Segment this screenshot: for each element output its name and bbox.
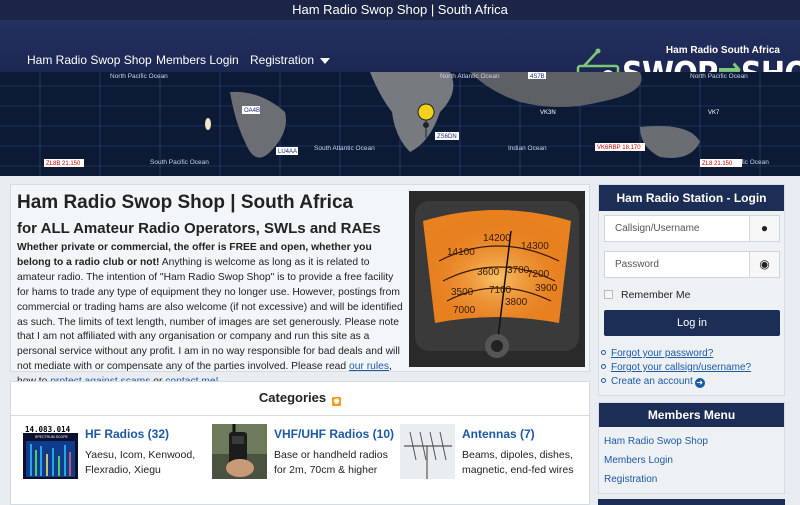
main-nav: Ham Radio Swop Shop Members Login Regist… [0,20,800,93]
dial-label: 14100 [447,247,475,258]
intro-panel: Ham Radio Swop Shop | South Africa for A… [10,184,590,387]
rules-link[interactable]: our rules [349,361,389,372]
categories-panel: Categories ◉ 14.083.014 SPECTRUM SCOPE HF… [10,381,590,505]
categories-heading: Categories ◉ [11,382,589,416]
map-callout: VK7 [708,110,720,116]
site-title: Ham Radio Swop Shop | South Africa [292,2,508,17]
radio-dial-image: 14100 14200 14300 3500 3600 3700 3800 39… [409,191,585,367]
username-placeholder: Callsign/Username [615,223,700,234]
login-button[interactable]: Log in [604,310,780,336]
bullet-icon [601,378,606,383]
dial-label: 14200 [483,233,511,244]
antenna-thumbnail[interactable] [400,424,455,479]
bullet-icon [601,364,606,369]
intro-body: Anything is welcome as long as it is rel… [17,256,403,373]
password-placeholder: Password [615,259,659,270]
dial-label: 3500 [451,287,474,298]
map-callout: ZL8 21.150 [702,161,733,167]
dial-label: 3800 [505,297,528,308]
nav-members-login[interactable]: Members Login [156,53,239,67]
world-map: North Pacific Ocean North Atlantic Ocean… [0,72,800,176]
map-label: South Pacific Ocean [150,159,209,166]
eye-icon[interactable]: ◉ [749,252,779,277]
members-menu-login[interactable]: Members Login [604,455,673,466]
username-field[interactable]: Callsign/Username ● [604,215,780,242]
category-vhf-uhf-radios[interactable]: VHF/UHF Radios (10) Base or handheld rad… [212,424,402,494]
category-description: Yaesu, Icom, Kenwood, Flexradio, Xiegu [85,449,196,476]
map-label: South Atlantic Ocean [314,145,375,152]
forgot-username-link[interactable]: Forgot your callsign/username? [611,362,751,373]
nav-home[interactable]: Ham Radio Swop Shop [27,53,152,67]
forgot-password-link[interactable]: Forgot your password? [611,348,713,359]
categories-title: Categories [258,390,327,405]
map-callout: OA4B [244,108,260,114]
login-links: Forgot your password? Forgot your callsi… [601,347,751,389]
site-title-bar: Ham Radio Swop Shop | South Africa [0,0,800,20]
map-label: North Atlantic Ocean [440,73,500,80]
world-map-banner: North Pacific Ocean North Atlantic Ocean… [0,72,800,176]
map-callout: 4S7B [530,74,545,80]
map-label: Indian Ocean [508,145,547,152]
thumb-caption: SPECTRUM SCOPE [35,435,69,439]
password-field[interactable]: Password ◉ [604,251,780,278]
category-antennas[interactable]: Antennas (7) Beams, dipoles, dishes, mag… [400,424,585,494]
map-callout: VK3N [540,110,556,116]
create-account-link[interactable]: Create an account [611,376,693,387]
bullet-icon [601,350,606,355]
members-menu-home[interactable]: Ham Radio Swop Shop [604,436,708,447]
category-description: Beams, dipoles, dishes, magnetic, end-fe… [462,449,574,476]
next-panel-header [598,499,785,505]
members-menu-heading: Members Menu [599,403,784,427]
rss-icon[interactable]: ◉ [332,397,342,406]
arrow-right-icon: ➜ [694,378,705,388]
intro-text: Whether private or commercial, the offer… [17,241,403,390]
user-icon: ● [749,216,779,241]
dial-label: 14300 [521,241,549,252]
map-label: North Pacific Ocean [690,73,748,80]
login-heading: Ham Radio Station - Login [599,185,784,211]
hf-radio-thumbnail[interactable]: 14.083.014 SPECTRUM SCOPE [23,424,78,479]
category-hf-radios[interactable]: 14.083.014 SPECTRUM SCOPE HF Radios (32)… [23,424,213,494]
nav-registration[interactable]: Registration [250,53,331,67]
remember-label: Remember Me [621,289,691,301]
login-panel: Ham Radio Station - Login Callsign/Usern… [598,184,785,396]
dial-label: 7200 [527,269,550,280]
dial-label: 3600 [477,267,500,278]
map-callout: ZL8B 21.150 [46,161,81,167]
page-subtitle: for ALL Amateur Radio Operators, SWLs an… [17,220,381,237]
category-title[interactable]: HF Radios (32) [85,427,169,441]
members-menu-panel: Members Menu Ham Radio Swop Shop Members… [598,402,785,494]
map-label: North Pacific Ocean [110,73,168,80]
thumb-frequency: 14.083.014 [25,425,71,434]
map-callout: ZS6DN [437,134,457,140]
page-title: Ham Radio Swop Shop | South Africa [17,192,354,213]
category-title[interactable]: VHF/UHF Radios (10) [274,427,394,441]
dial-label: 7100 [489,285,512,296]
chevron-down-icon [320,57,331,64]
dial-label: 3900 [535,283,558,294]
map-callout: VK6RBP 18.170 [597,145,641,151]
nav-registration-label: Registration [250,53,315,67]
map-callout: LU4AA [278,149,297,155]
category-description: Base or handheld radios for 2m, 70cm & h… [274,449,388,476]
remember-me[interactable]: Remember Me [604,289,690,301]
vhf-radio-thumbnail[interactable] [212,424,267,479]
members-menu-registration[interactable]: Registration [604,474,657,485]
category-title[interactable]: Antennas (7) [462,427,535,441]
dial-label: 7000 [453,305,476,316]
remember-checkbox[interactable] [604,290,613,299]
